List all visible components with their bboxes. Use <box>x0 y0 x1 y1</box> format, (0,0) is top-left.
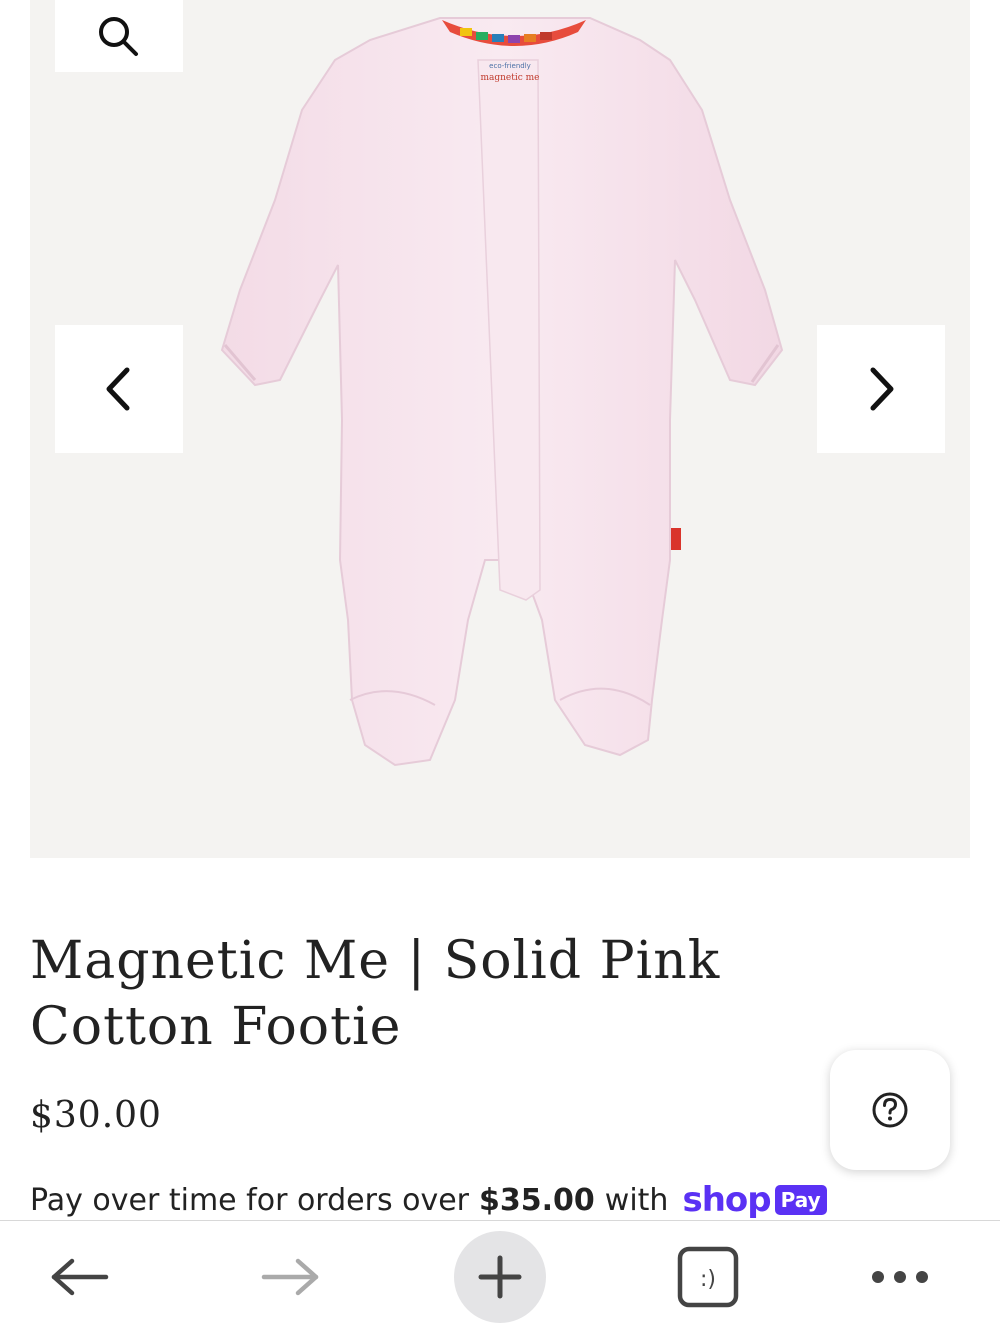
browser-toolbar: :) <box>0 1220 1000 1333</box>
tab-switcher-label: :) <box>700 1267 716 1292</box>
installments-threshold: $35.00 <box>479 1182 595 1218</box>
tab-switcher-button[interactable]: :) <box>658 1231 758 1323</box>
chevron-right-icon <box>870 367 894 411</box>
new-tab-circle <box>454 1231 546 1323</box>
product-gallery: eco-friendly magnetic me <box>30 0 970 858</box>
chevron-left-icon <box>106 367 130 411</box>
arrow-right-icon <box>261 1258 319 1296</box>
plus-icon <box>478 1255 522 1299</box>
installments-suffix: with <box>604 1182 669 1218</box>
collar-stripe-blue <box>492 34 504 42</box>
product-info: Magnetic Me | Solid Pink Cotton Footie <box>30 928 810 1060</box>
forward-button[interactable] <box>240 1231 340 1323</box>
shop-pay-installments: Pay over time for orders over $35.00 wit… <box>30 1178 970 1222</box>
zoom-button[interactable] <box>55 0 183 72</box>
collar-stripe-green <box>476 32 488 40</box>
side-tag <box>671 528 681 550</box>
shop-pay-logo-word[interactable]: shop <box>682 1180 771 1220</box>
product-price: $30.00 <box>30 1095 162 1136</box>
product-title: Magnetic Me | Solid Pink Cotton Footie <box>30 931 721 1057</box>
collar-stripe-orange <box>524 34 536 42</box>
collar-stripe-yellow <box>460 28 472 36</box>
help-button[interactable] <box>830 1050 950 1170</box>
collar-stripe-red <box>540 32 552 40</box>
installments-prefix: Pay over time for orders over <box>30 1182 470 1218</box>
search-icon <box>99 17 138 56</box>
collar-stripe-purple <box>508 35 520 43</box>
next-image-button[interactable] <box>817 325 945 453</box>
shop-pay-badge[interactable]: Pay <box>774 1185 827 1215</box>
more-menu-button[interactable] <box>850 1231 950 1323</box>
back-button[interactable] <box>30 1231 130 1323</box>
neck-label-tag: eco-friendly <box>489 62 531 70</box>
new-tab-button[interactable] <box>450 1231 550 1323</box>
more-dots-icon <box>872 1271 928 1283</box>
tab-switcher-icon: :) <box>677 1246 739 1308</box>
neck-label-brand: magnetic me <box>480 73 539 83</box>
arrow-left-icon <box>51 1258 109 1296</box>
previous-image-button[interactable] <box>55 325 183 453</box>
question-circle-icon <box>872 1092 908 1128</box>
